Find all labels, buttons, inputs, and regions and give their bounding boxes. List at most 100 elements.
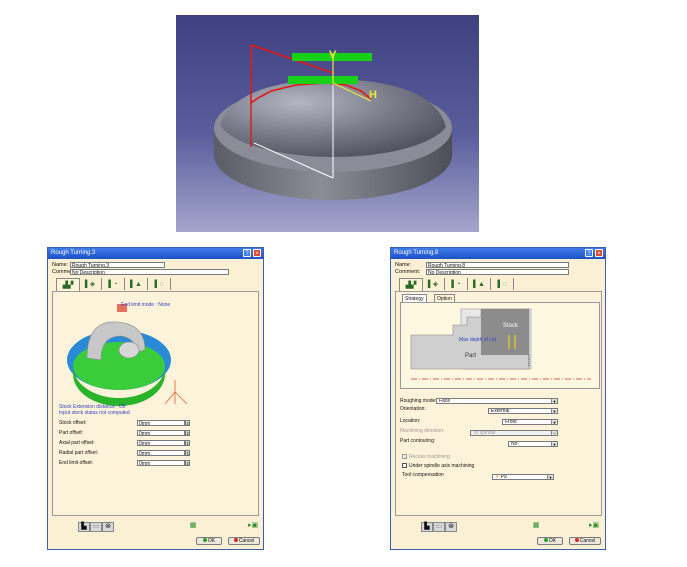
offset-input[interactable]: 0mm — [137, 460, 185, 466]
offset-label: Part offset: — [59, 430, 84, 436]
picture-icon[interactable]: ▦ — [188, 522, 198, 530]
tab-feeds[interactable]: ▌▲ — [125, 278, 148, 290]
cancel-button[interactable]: Cancel — [228, 537, 260, 545]
tab-geometry[interactable]: ▌◔ — [445, 278, 468, 290]
location-select[interactable]: Front ▼ — [502, 419, 558, 425]
feeds-icon: ▌▲ — [130, 280, 142, 288]
analyze-icon[interactable]: ⊛ — [102, 522, 114, 532]
strategy-panel: Strategy Option Stock Max depth of cut P… — [395, 291, 602, 516]
roughing-mode-select[interactable]: Face ▼ — [436, 398, 558, 404]
video-icon[interactable]: ▭ — [433, 522, 445, 532]
help-icon[interactable]: ? — [243, 249, 251, 257]
tab-strategy[interactable]: ▟▞ — [56, 278, 80, 291]
expand-icon[interactable]: ▸▣ — [248, 522, 258, 530]
tab-strip: ▟▞ ▌◈ ▌◔ ▌▲ ▌◌ — [399, 278, 529, 291]
machining-direction-label: Machining direction: — [400, 428, 445, 434]
ok-button[interactable]: OK — [537, 537, 563, 545]
subtab-strip: Strategy Option — [402, 294, 462, 303]
ok-label: OK — [207, 538, 216, 544]
recess-machining-checkbox — [402, 454, 407, 459]
comment-field[interactable]: No Description — [70, 269, 229, 275]
dialog-title: Rough Turning.8 — [394, 250, 439, 256]
name-label: Name: — [395, 262, 412, 268]
geometry-icon: ▌◔ — [108, 280, 118, 288]
strategy-icon: ▟▞ — [62, 282, 74, 289]
axis-v-label: V — [329, 49, 337, 61]
stock-label: Stock — [503, 323, 519, 329]
macro-icon: ▌◌ — [497, 280, 507, 288]
tab-macro[interactable]: ▌◌ — [148, 278, 171, 290]
offset-label: Axial part offset: — [59, 440, 95, 446]
ok-icon — [202, 538, 207, 542]
roughing-mode-value: Face — [439, 398, 451, 404]
tool-compensation-value: P9 — [500, 474, 507, 480]
tab-macro[interactable]: ▌◌ — [491, 278, 514, 290]
orientation-label: Orientation: — [400, 406, 426, 412]
offset-label: Radial part offset: — [59, 450, 99, 456]
tab-strategy[interactable]: ▟▞ — [399, 278, 423, 291]
dialog-title: Rough Turning.3 — [51, 250, 96, 256]
name-field[interactable]: Rough Turning.8 — [426, 262, 569, 268]
offset-input[interactable]: 0mm — [137, 440, 185, 446]
cancel-label: Cancel — [579, 538, 596, 544]
under-spindle-checkbox[interactable] — [402, 463, 407, 468]
tool-icon: ▌◈ — [427, 281, 439, 288]
part-tip — [118, 341, 140, 359]
tab-geometry[interactable]: ▌◔ — [102, 278, 125, 290]
name-field[interactable]: Rough Turning.3 — [70, 262, 165, 268]
tool-icon: ▌◈ — [84, 281, 96, 288]
strategy-diagram: Stock Max depth of cut Part — [400, 302, 600, 389]
offset-input[interactable]: 0mm — [137, 430, 185, 436]
tab-feeds[interactable]: ▌▲ — [468, 278, 491, 290]
macro-icon: ▌◌ — [154, 280, 164, 288]
machining-direction-select: To spindle ▼ — [470, 430, 558, 436]
dialog-title-bar[interactable]: Rough Turning.3 ? × — [48, 248, 263, 259]
comment-field[interactable]: No Description — [426, 269, 569, 275]
cancel-button[interactable]: Cancel — [569, 537, 601, 545]
spin-button[interactable]: ⇕ — [185, 440, 190, 446]
spin-button[interactable]: ⇕ — [185, 450, 190, 456]
axis-h-label: H — [369, 89, 377, 101]
viewport-scene — [214, 44, 452, 200]
close-icon[interactable]: × — [253, 249, 261, 257]
offset-input[interactable]: 0mm — [137, 420, 185, 426]
tool-compensation-select[interactable]: ✦ P9 ▼ — [492, 474, 554, 480]
ok-button[interactable]: OK — [196, 537, 222, 545]
picture-icon[interactable]: ▦ — [531, 522, 541, 530]
offset-label: Stock offset: — [59, 420, 87, 426]
part-contouring-label: Part contouring: — [400, 438, 436, 444]
geometry-icon: ▌◔ — [451, 280, 461, 288]
analyze-icon[interactable]: ⊛ — [445, 522, 457, 532]
tool-path-replay-icon[interactable]: ▙ — [78, 522, 90, 532]
part-contouring-value: No — [511, 441, 518, 447]
cancel-icon — [574, 538, 579, 542]
cancel-label: Cancel — [238, 538, 255, 544]
video-icon[interactable]: ▭ — [90, 522, 102, 532]
geometry-illustration — [67, 304, 188, 406]
tool-path-replay-icon[interactable]: ▙ — [421, 522, 433, 532]
chevron-down-icon: ▼ — [551, 409, 557, 414]
tool-compensation-label: Tool compensation — [402, 472, 444, 478]
ok-label: OK — [548, 538, 557, 544]
spin-button[interactable]: ⇕ — [185, 430, 190, 436]
part-contouring-select[interactable]: No ▼ — [508, 441, 558, 447]
orientation-select[interactable]: External ▼ — [488, 408, 558, 414]
dialog-title-bar[interactable]: Rough Turning.8 ? × — [391, 248, 605, 259]
chevron-down-icon: ▼ — [551, 399, 557, 404]
rough-turning-dialog-left: Rough Turning.3 ? × Name: Rough Turning.… — [47, 247, 264, 550]
expand-icon[interactable]: ▸▣ — [589, 522, 599, 530]
3d-viewport[interactable]: V H — [176, 15, 479, 232]
tab-tool[interactable]: ▌◈ — [79, 278, 102, 290]
spin-button[interactable]: ⇕ — [185, 420, 190, 426]
ok-icon — [543, 538, 548, 542]
help-icon[interactable]: ? — [585, 249, 593, 257]
spin-button[interactable]: ⇕ — [185, 460, 190, 466]
chevron-down-icon: ▼ — [551, 431, 557, 436]
tab-tool[interactable]: ▌◈ — [422, 278, 445, 290]
tab-strip: ▟▞ ▌◈ ▌◔ ▌▲ ▌◌ — [56, 278, 186, 291]
strategy-panel: End limit mode : None Stock Extension di… — [52, 291, 259, 516]
close-icon[interactable]: × — [595, 249, 603, 257]
location-label: Location: — [400, 418, 421, 424]
rough-turning-dialog-right: Rough Turning.8 ? × Name: Rough Turning.… — [390, 247, 606, 550]
offset-input[interactable]: 0mm — [137, 450, 185, 456]
